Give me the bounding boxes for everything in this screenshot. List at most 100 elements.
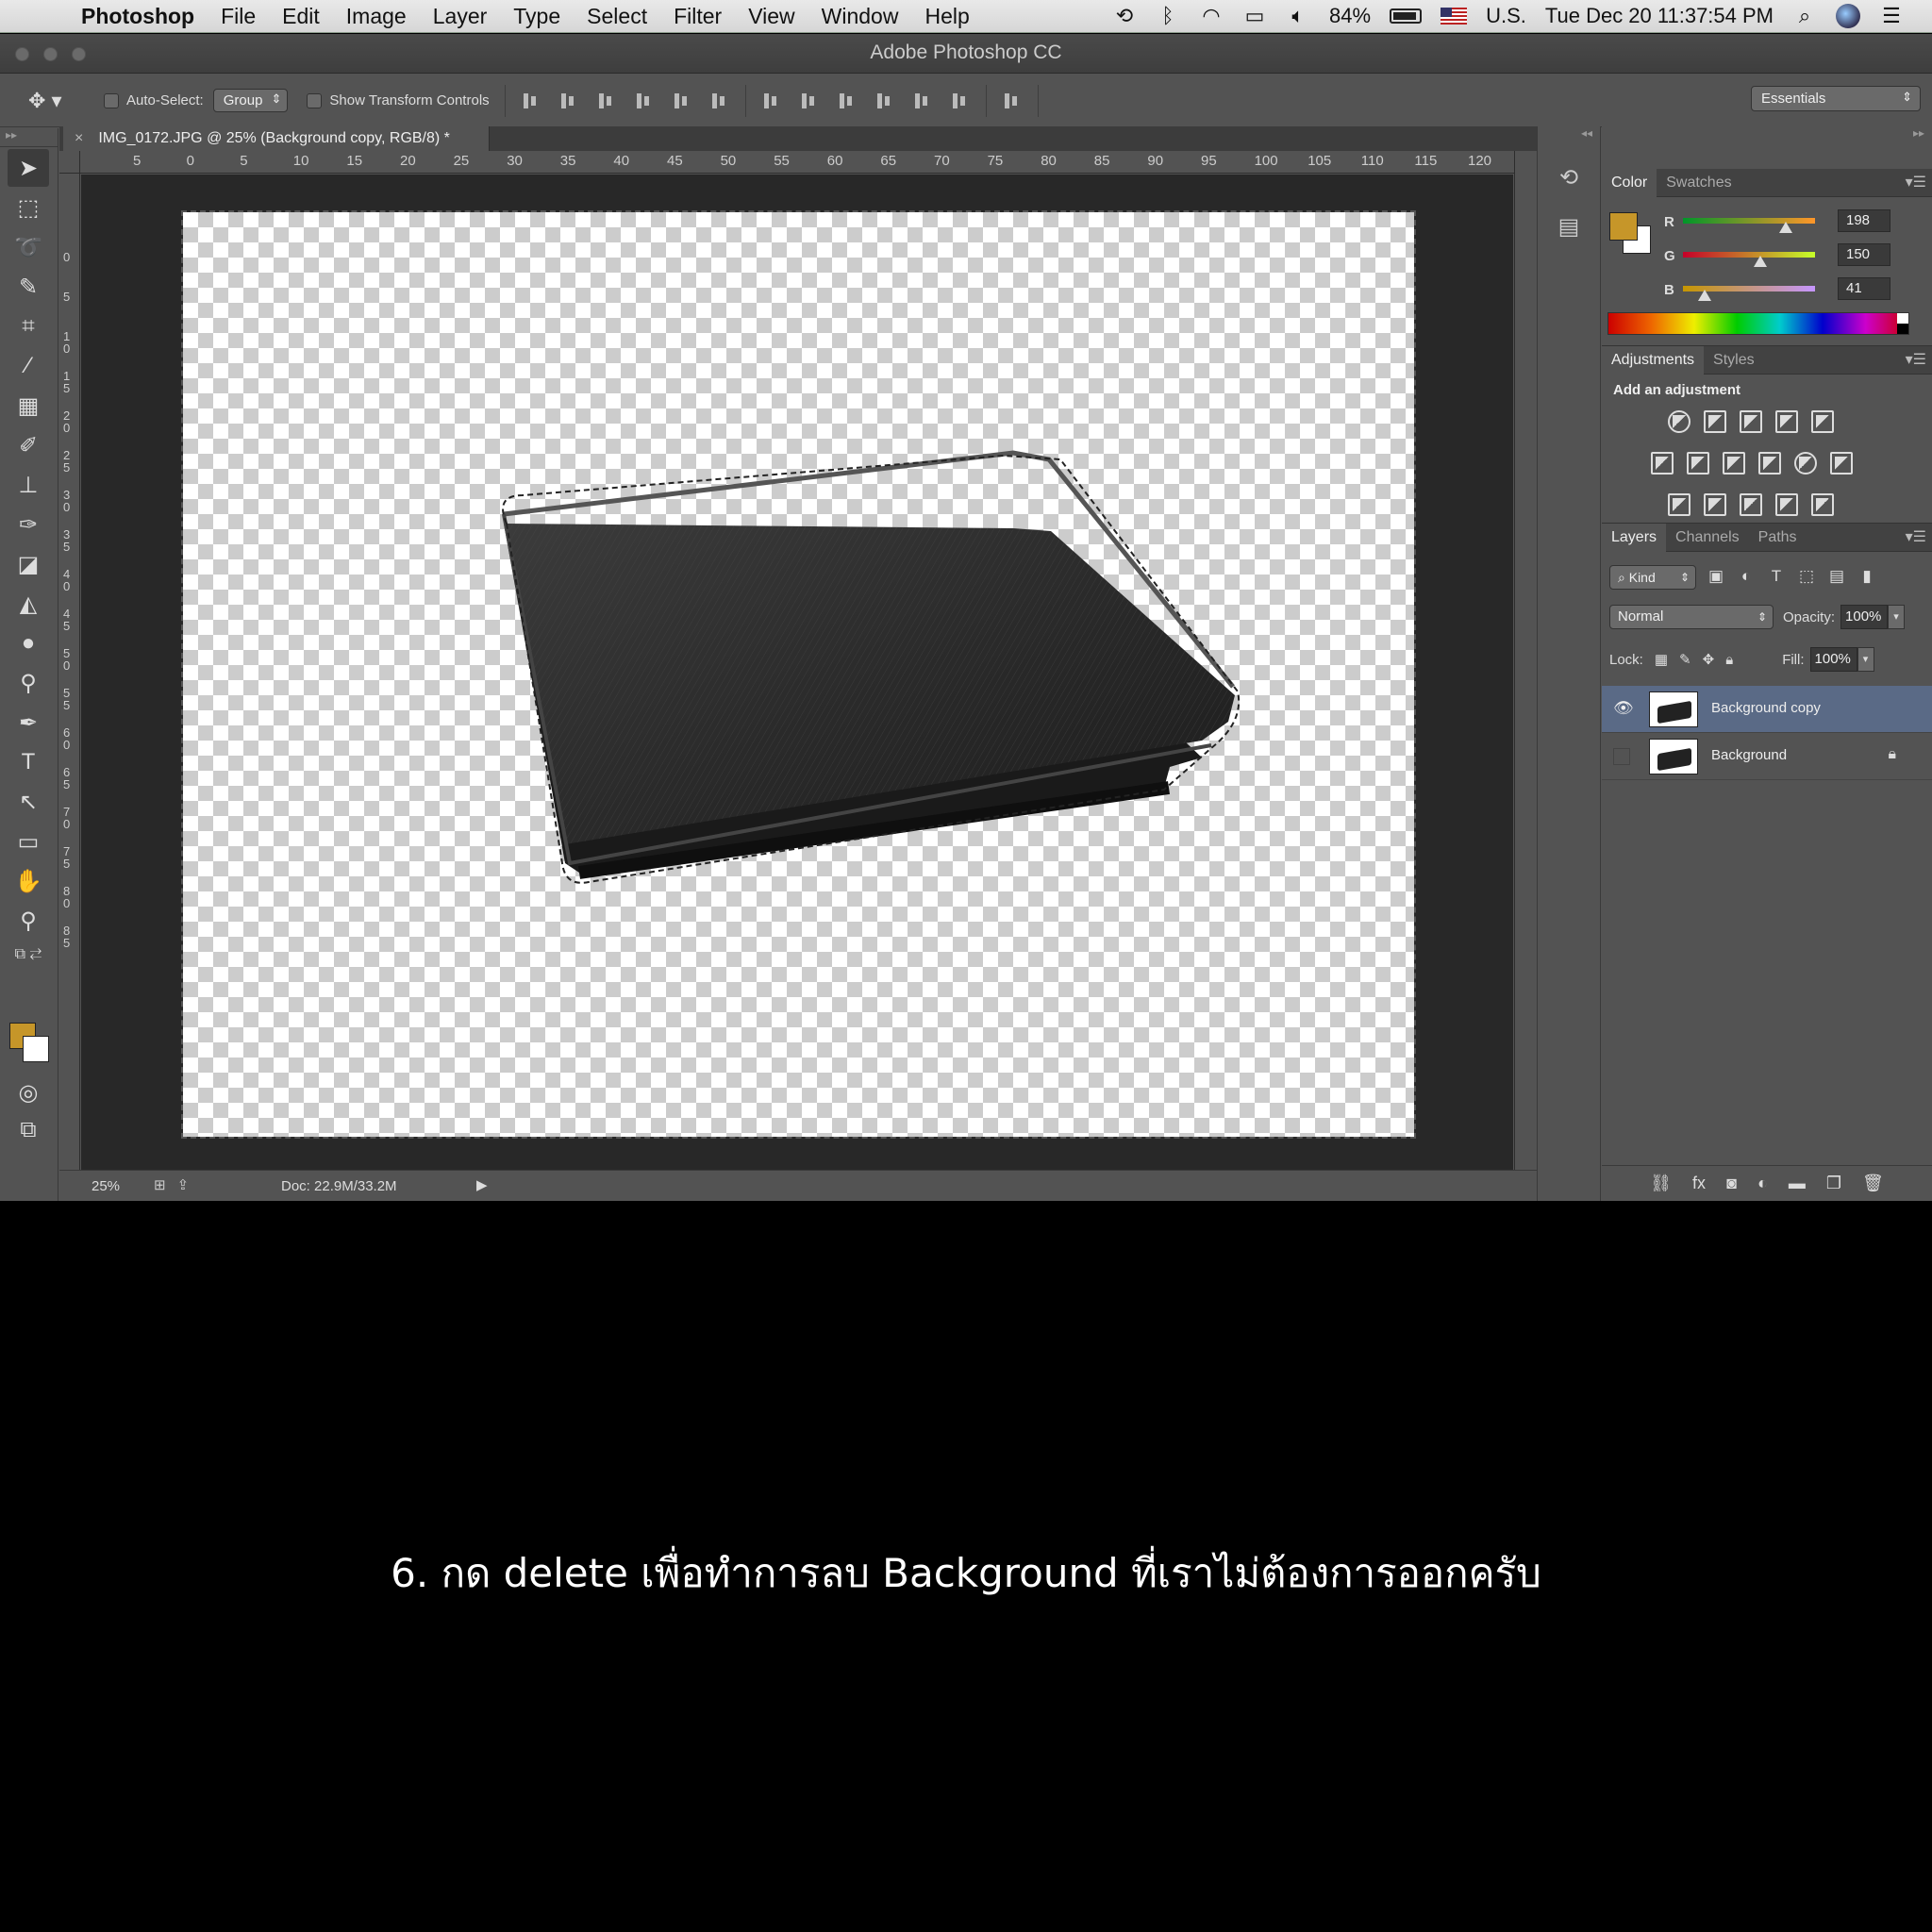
threshold-icon[interactable] — [1740, 493, 1762, 516]
battery-icon[interactable] — [1390, 8, 1423, 24]
volume-icon[interactable]: 🔈︎ — [1286, 6, 1310, 26]
color-balance-icon[interactable] — [1687, 452, 1709, 475]
tab-paths[interactable]: Paths — [1749, 524, 1807, 552]
menu-help[interactable]: Help — [924, 4, 969, 29]
menu-type[interactable]: Type — [513, 4, 560, 29]
color-lookup-icon[interactable] — [1830, 452, 1853, 475]
path-selection-tool-icon[interactable]: ↖ — [8, 783, 49, 821]
filter-toggle-icon[interactable]: ▮ — [1857, 567, 1877, 588]
visibility-toggle-off[interactable] — [1613, 748, 1630, 765]
export-icon[interactable]: ⇪ — [177, 1176, 190, 1193]
channel-mixer-icon[interactable] — [1794, 452, 1817, 475]
invert-icon[interactable] — [1668, 493, 1690, 516]
eraser-tool-icon[interactable]: ◪ — [8, 545, 49, 583]
fill-dropdown-icon[interactable]: ▾ — [1857, 647, 1874, 672]
rectangular-marquee-tool-icon[interactable]: ⬚ — [8, 189, 49, 226]
align-right-icon[interactable] — [709, 90, 730, 112]
status-menu-arrow-icon[interactable]: ▶ — [476, 1176, 488, 1193]
red-slider-thumb[interactable] — [1779, 222, 1792, 233]
paint-bucket-tool-icon[interactable]: ◭ — [8, 585, 49, 623]
green-slider-track[interactable] — [1683, 252, 1815, 258]
opacity-dropdown-icon[interactable]: ▾ — [1888, 605, 1906, 629]
levels-icon[interactable] — [1704, 410, 1726, 433]
distribute-left-icon[interactable] — [874, 90, 895, 112]
new-group-icon[interactable]: ▬ — [1789, 1174, 1806, 1193]
screen-mode-icon[interactable]: ⧉ — [8, 1111, 49, 1149]
blue-value-field[interactable]: 41 — [1838, 277, 1890, 300]
menu-select[interactable]: Select — [587, 4, 647, 29]
properties-panel-icon[interactable]: ▤ — [1548, 209, 1590, 243]
lasso-tool-icon[interactable]: ➰ — [8, 228, 49, 266]
black-white-icon[interactable] — [1723, 452, 1745, 475]
align-vertical-center-icon[interactable] — [558, 90, 579, 112]
red-slider-track[interactable] — [1683, 218, 1815, 224]
new-adjustment-layer-icon[interactable]: ◐ — [1757, 1174, 1768, 1193]
delete-layer-icon[interactable]: 🗑︎ — [1862, 1174, 1884, 1193]
blend-mode-select[interactable]: Normal — [1609, 605, 1774, 629]
show-transform-controls-checkbox[interactable] — [307, 92, 323, 108]
bluetooth-icon[interactable]: ᛒ — [1156, 6, 1180, 26]
time-machine-icon[interactable]: ⟲ — [1112, 6, 1137, 26]
rectangle-tool-icon[interactable]: ▭ — [8, 823, 49, 860]
document-tab[interactable]: × IMG_0172.JPG @ 25% (Background copy, RG… — [63, 126, 490, 151]
hand-tool-icon[interactable]: ✋ — [8, 862, 49, 900]
auto-align-layers-icon[interactable] — [1002, 90, 1023, 112]
eyedropper-tool-icon[interactable]: ⁄ — [8, 347, 49, 385]
exposure-icon[interactable] — [1775, 410, 1798, 433]
dodge-tool-icon[interactable]: ⚲ — [8, 664, 49, 702]
distribute-top-icon[interactable] — [761, 90, 782, 112]
vertical-scrollbar[interactable] — [1514, 151, 1537, 1170]
align-bottom-icon[interactable] — [596, 90, 617, 112]
layer-row-background[interactable]: Background 🔒︎ — [1602, 733, 1932, 780]
filter-kind-select[interactable]: ⌕ Kind — [1609, 565, 1696, 590]
lock-position-icon[interactable]: ✥ — [1703, 651, 1715, 668]
curves-icon[interactable] — [1740, 410, 1762, 433]
tab-styles[interactable]: Styles — [1704, 346, 1764, 375]
vertical-ruler[interactable]: 0 5 1 0 1 5 2 0 2 5 3 0 3 5 4 0 4 5 5 0 5 5 6 0 6 5 7 … — [59, 174, 80, 1170]
new-layer-icon[interactable]: ❐ — [1826, 1174, 1841, 1193]
background-color-swatch[interactable] — [23, 1036, 49, 1062]
tab-adjustments[interactable]: Adjustments — [1602, 345, 1705, 375]
timing-icon[interactable]: ⊞ — [154, 1176, 166, 1193]
spot-healing-brush-icon[interactable]: ▦ — [8, 387, 49, 425]
input-source[interactable]: U.S. — [1486, 4, 1526, 28]
layer-name[interactable]: Background copy — [1711, 700, 1821, 716]
align-horizontal-center-icon[interactable] — [672, 90, 692, 112]
type-tool-icon[interactable]: T — [8, 743, 49, 781]
clock[interactable]: Tue Dec 20 11:37:54 PM — [1545, 4, 1774, 28]
move-tool-preset-icon[interactable]: ✥ ▾ — [28, 89, 85, 113]
zoom-level-field[interactable]: 25% — [92, 1178, 120, 1194]
tab-color[interactable]: Color — [1602, 168, 1657, 197]
ruler-origin[interactable] — [59, 151, 80, 174]
menu-file[interactable]: File — [221, 4, 256, 29]
red-value-field[interactable]: 198 — [1838, 209, 1890, 232]
green-value-field[interactable]: 150 — [1838, 243, 1890, 266]
distribute-bottom-icon[interactable] — [837, 90, 858, 112]
menu-app-name[interactable]: Photoshop — [81, 4, 194, 29]
hue-saturation-icon[interactable] — [1651, 452, 1674, 475]
brightness-contrast-icon[interactable] — [1668, 410, 1690, 433]
panel-menu-icon[interactable]: ▾☰ — [1906, 350, 1926, 369]
menu-window[interactable]: Window — [822, 4, 899, 29]
fill-field[interactable]: 100% — [1809, 647, 1857, 672]
wifi-icon[interactable]: ◠ — [1199, 6, 1224, 26]
airplay-icon[interactable]: ▭ — [1242, 6, 1267, 26]
pen-tool-icon[interactable]: ✒ — [8, 704, 49, 741]
horizontal-ruler[interactable]: 5 0 5 10 15 20 25 30 35 40 45 50 55 60 65 70 75 80 85 90 95 1… — [80, 151, 1514, 174]
brush-tool-icon[interactable]: ✐ — [8, 426, 49, 464]
battery-percent[interactable]: 84% — [1329, 4, 1371, 28]
crop-tool-icon[interactable]: ⌗ — [8, 308, 49, 345]
smart-object-filter-icon[interactable]: ▤ — [1826, 567, 1847, 588]
document-canvas[interactable] — [181, 210, 1416, 1139]
blur-tool-icon[interactable]: ● — [8, 625, 49, 662]
align-left-icon[interactable] — [634, 90, 655, 112]
green-slider-thumb[interactable] — [1754, 256, 1767, 267]
lock-all-icon[interactable]: 🔒︎ — [1725, 652, 1733, 668]
quick-selection-tool-icon[interactable]: ✎ — [8, 268, 49, 306]
add-mask-icon[interactable]: ◙ — [1726, 1174, 1737, 1193]
type-layer-filter-icon[interactable]: T — [1766, 567, 1787, 588]
distribute-horizontal-center-icon[interactable] — [912, 90, 933, 112]
posterize-icon[interactable] — [1704, 493, 1726, 516]
panel-menu-icon[interactable]: ▾☰ — [1906, 173, 1926, 192]
auto-select-checkbox[interactable] — [104, 92, 119, 108]
